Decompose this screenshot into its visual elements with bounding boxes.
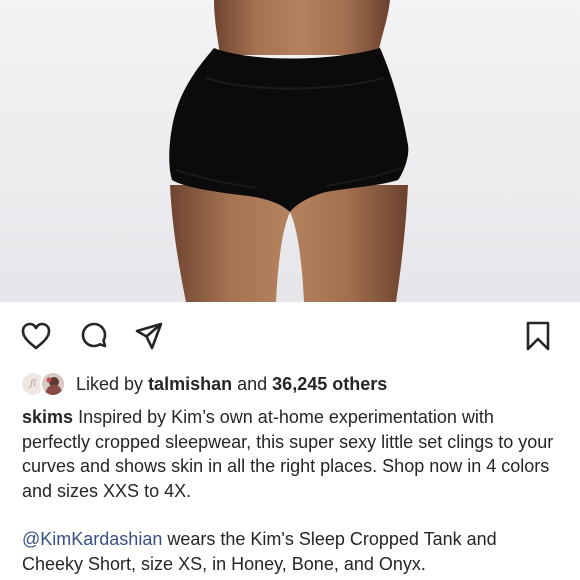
post-photo-illustration [169,0,409,302]
caption-username[interactable]: skims [22,407,73,427]
avatar[interactable] [40,371,66,397]
share-icon[interactable] [133,320,165,352]
likes-count[interactable]: 36,245 others [272,374,387,395]
caption-paragraph: skims Inspired by Kim’s own at-home expe… [22,405,562,503]
caption-text: Inspired by Kim’s own at-home experiment… [22,407,554,501]
liked-by-username[interactable]: talmishan [148,374,232,395]
bookmark-icon[interactable] [522,320,554,352]
liker-avatars: ƒl [20,370,72,398]
likes-prefix: Liked by [76,373,144,394]
likes-summary: ƒl Liked by talmishan and 36,245 others [20,370,560,398]
caption-paragraph-2: @KimKardashian wears the Kim's Sleep Cro… [22,527,562,576]
profile-photo-icon [42,373,64,395]
comment-icon[interactable] [78,320,110,352]
heart-icon[interactable] [20,320,52,352]
likes-middle: and [237,373,268,394]
caption-mention[interactable]: @KimKardashian [22,529,162,549]
post-caption: skims Inspired by Kim’s own at-home expe… [22,405,562,576]
avatar-monogram: ƒl [29,379,36,389]
post-image[interactable] [0,0,580,302]
post-action-bar [0,302,580,366]
